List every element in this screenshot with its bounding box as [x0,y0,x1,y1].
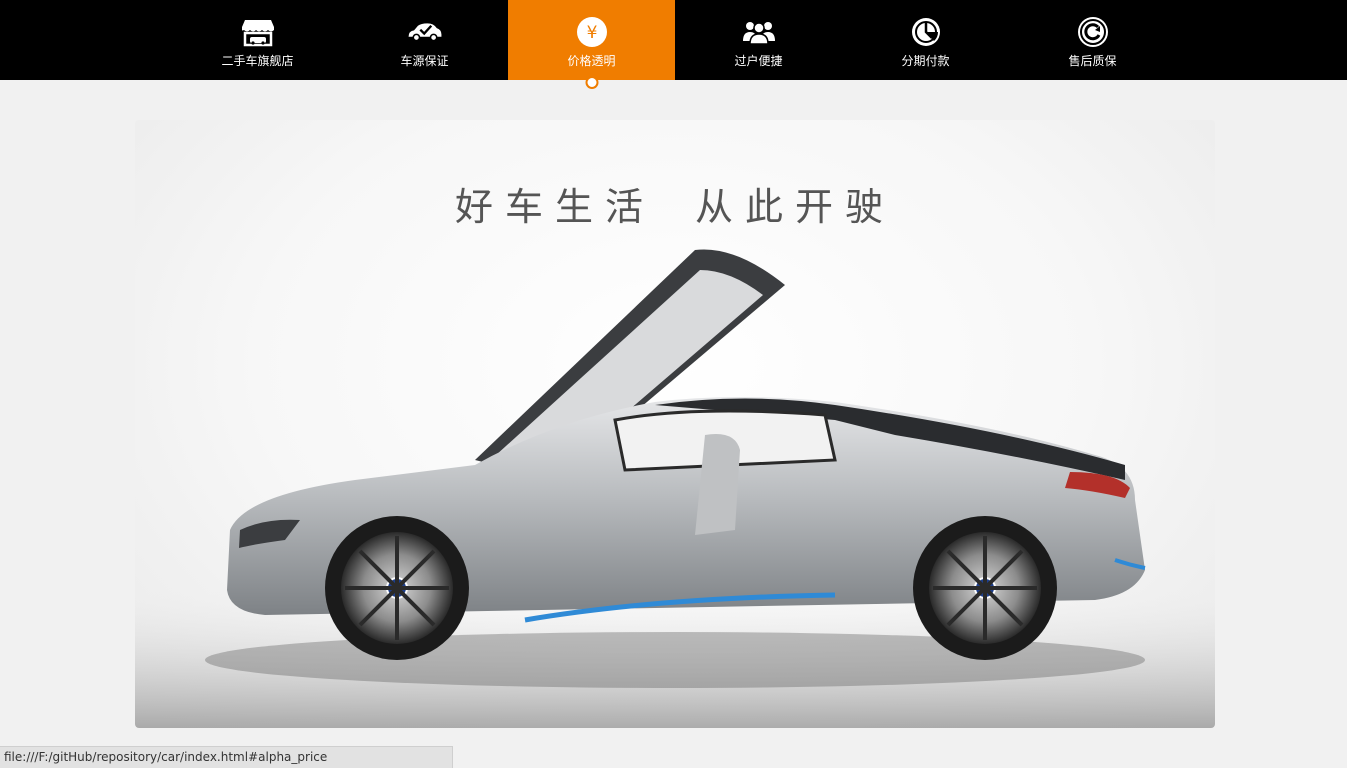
nav-label: 售后质保 [1068,54,1117,68]
top-navigation-bar: 二手车旗舰店 车源保证 ¥ 价格透明 过户便捷 分期付款 售后质保 [0,0,1347,89]
banner-slogan: 好车生活 从此开驶 [135,176,1215,231]
refresh-circle-icon [1075,16,1111,48]
people-icon [741,16,777,48]
storefront-icon [240,16,276,48]
yen-icon: ¥ [574,16,610,48]
active-indicator-dot [585,76,598,89]
slogan-right: 从此开驶 [695,185,896,229]
nav-item-price-transparent[interactable]: ¥ 价格透明 [508,0,675,89]
nav-item-warranty[interactable]: 售后质保 [1009,0,1176,80]
nav-label: 过户便捷 [734,54,783,68]
browser-status-bar: file:///F:/gitHub/repository/car/index.h… [0,746,453,768]
hero-banner: 好车生活 从此开驶 [135,120,1215,728]
nav-item-vehicle-guarantee[interactable]: 车源保证 [341,0,508,80]
nav-item-easy-transfer[interactable]: 过户便捷 [675,0,842,80]
car-check-icon [407,16,443,48]
nav-label: 车源保证 [400,54,449,68]
nav-label: 分期付款 [901,54,950,68]
nav-item-installment[interactable]: 分期付款 [842,0,1009,80]
feature-nav: 二手车旗舰店 车源保证 ¥ 价格透明 过户便捷 分期付款 售后质保 [174,0,1176,89]
nav-item-flagship-store[interactable]: 二手车旗舰店 [174,0,341,80]
slogan-left: 好车生活 [454,185,655,229]
clock-pie-icon [908,16,944,48]
svg-text:¥: ¥ [586,23,597,43]
nav-label: 二手车旗舰店 [221,54,294,68]
nav-label: 价格透明 [567,54,616,68]
